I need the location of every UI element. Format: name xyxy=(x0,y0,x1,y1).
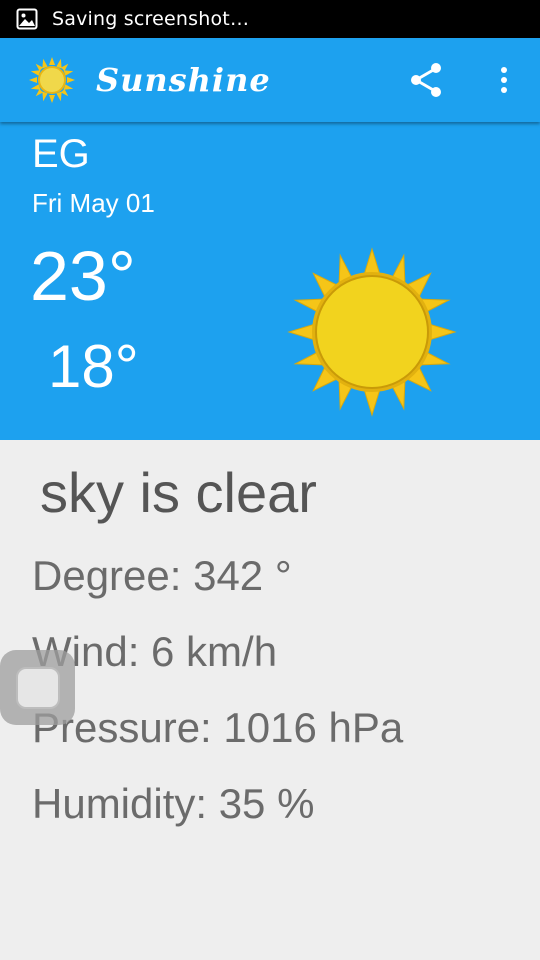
sun-icon xyxy=(29,57,75,103)
humidity: Humidity: 35 % xyxy=(32,780,315,827)
condition-description: sky is clear xyxy=(40,461,317,524)
status-notification-text: Saving screenshot… xyxy=(52,8,250,30)
overflow-menu-button[interactable] xyxy=(486,56,522,104)
app-title: Sunshine xyxy=(96,61,271,99)
status-bar: Saving screenshot… xyxy=(0,0,540,38)
floating-assistive-button[interactable] xyxy=(0,650,75,725)
app-bar: Sunshine xyxy=(0,38,540,122)
overflow-menu-icon xyxy=(501,67,507,93)
clear-sky-sun-icon xyxy=(287,247,457,417)
low-temperature: 18° xyxy=(48,333,139,400)
image-icon xyxy=(16,8,38,30)
wind-direction-degree: Degree: 342 ° xyxy=(32,552,292,599)
pressure: Pressure: 1016 hPa xyxy=(32,704,404,751)
share-icon xyxy=(411,63,441,97)
today-forecast-panel[interactable]: EG Fri May 01 23° 18° xyxy=(0,122,540,440)
location-label: EG xyxy=(32,132,90,176)
share-button[interactable] xyxy=(402,56,450,104)
high-temperature: 23° xyxy=(30,237,136,315)
date-label: Fri May 01 xyxy=(32,188,155,218)
